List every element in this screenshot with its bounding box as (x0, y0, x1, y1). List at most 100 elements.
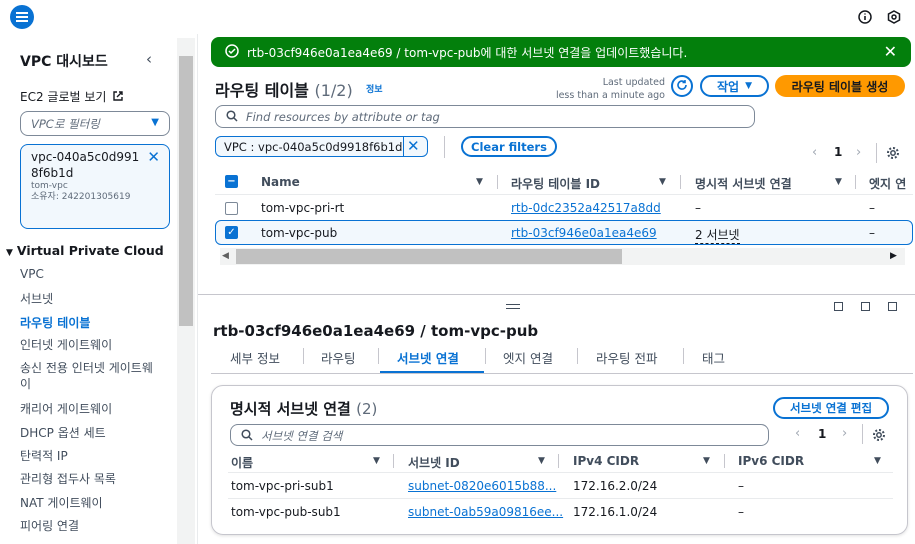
panel-side-icon[interactable] (861, 302, 870, 311)
close-icon[interactable]: ✕ (147, 148, 160, 166)
sidebar-item-peering[interactable]: 피어링 연결 (20, 517, 79, 534)
external-link-icon (113, 90, 123, 104)
page-number[interactable]: 1 (834, 145, 842, 159)
vpc-filter-select[interactable]: VPC로 필터링 ▼ (20, 111, 170, 136)
search-input[interactable]: Find resources by attribute or tag (215, 105, 755, 128)
tab-subnet-associations[interactable]: 서브넷 연결 (397, 348, 459, 367)
info-link[interactable]: 정보 (366, 82, 383, 95)
refresh-button[interactable] (671, 75, 693, 97)
card-title: 명시적 서브넷 연결 (2) (230, 400, 378, 418)
search-icon (226, 110, 238, 125)
caret-down-icon[interactable]: ▼ (874, 456, 881, 466)
sidebar-item-subnets[interactable]: 서브넷 (20, 290, 53, 307)
column-header-route-table-id[interactable]: 라우팅 테이블 ID (511, 175, 600, 192)
table-cell-subnet-id[interactable]: subnet-0820e6015b88... (408, 479, 556, 493)
settings-icon[interactable] (886, 9, 902, 25)
table-cell-name: tom-vpc-pri-rt (261, 201, 345, 215)
sidebar-item-egress-only-gateways[interactable]: 송신 전용 인터넷 게이트웨이 (20, 360, 160, 392)
sidebar-item-managed-prefix-lists[interactable]: 관리형 접두사 목록 (20, 470, 116, 487)
chevron-left-icon[interactable]: ‹ (146, 50, 152, 68)
last-updated: Last updated less than a minute ago (555, 77, 665, 101)
table-cell-subnet-id[interactable]: subnet-0ab59a09816ee... (408, 505, 563, 519)
chevron-left-icon[interactable]: ‹ (812, 145, 817, 160)
close-icon[interactable]: ✕ (407, 137, 420, 155)
scroll-right-icon[interactable]: ▶ (890, 251, 897, 261)
sidebar-item-route-tables[interactable]: 라우팅 테이블 (20, 314, 90, 331)
panel-bottom-icon[interactable] (834, 302, 843, 311)
chevron-right-icon[interactable]: › (856, 145, 861, 160)
table-cell-edge: – (869, 201, 875, 215)
column-header-ipv4[interactable]: IPv4 CIDR (573, 454, 639, 468)
column-header-name[interactable]: Name (261, 175, 300, 189)
table-cell-route-table-id[interactable]: rtb-03cf946e0a1ea4e69 (511, 226, 657, 240)
gear-icon[interactable] (872, 428, 886, 445)
row-checkbox[interactable]: ✓ (225, 226, 238, 239)
table-cell-subnets[interactable]: 2 서브넷 (695, 226, 740, 244)
sidebar-item-dhcp-options[interactable]: DHCP 옵션 세트 (20, 424, 106, 441)
detail-title: rtb-03cf946e0a1ea4e69 / tom-vpc-pub (213, 322, 539, 340)
ec2-global-view-link[interactable]: EC2 글로벌 보기 (20, 88, 123, 105)
caret-down-icon[interactable]: ▼ (703, 456, 710, 466)
table-cell-ipv4: 172.16.2.0/24 (573, 479, 658, 493)
tab-edge-associations[interactable]: 엣지 연결 (503, 348, 553, 367)
scroll-left-icon[interactable]: ◀ (222, 251, 229, 261)
top-bar (0, 0, 915, 34)
sidebar-item-carrier-gateways[interactable]: 캐리어 게이트웨이 (20, 400, 112, 417)
vpc-owner: 소유자: 242201305619 (31, 192, 131, 202)
caret-down-icon: ▼ (151, 117, 159, 128)
table-cell-ipv6: – (738, 505, 744, 519)
close-icon[interactable]: ✕ (884, 42, 897, 61)
sidebar-item-internet-gateways[interactable]: 인터넷 게이트웨이 (20, 336, 112, 353)
caret-down-icon[interactable]: ▼ (659, 177, 666, 187)
tab-routes[interactable]: 라우팅 (321, 348, 356, 367)
chevron-right-icon[interactable]: › (842, 426, 847, 441)
table-cell-ipv4: 172.16.1.0/24 (573, 505, 658, 519)
caret-down-icon[interactable]: ▼ (538, 456, 545, 466)
drag-handle-icon[interactable] (506, 304, 520, 309)
split-divider[interactable] (198, 294, 915, 295)
table-horizontal-scrollbar[interactable] (220, 248, 905, 265)
create-route-table-button[interactable]: 라우팅 테이블 생성 (775, 75, 905, 97)
menu-icon[interactable] (10, 5, 34, 29)
row-checkbox[interactable] (225, 202, 238, 215)
gear-icon[interactable] (886, 146, 900, 163)
column-header-ipv6[interactable]: IPv6 CIDR (738, 454, 804, 468)
chevron-left-icon[interactable]: ‹ (795, 426, 800, 441)
panel-full-icon[interactable] (888, 302, 897, 311)
column-header-explicit-subnets[interactable]: 명시적 서브넷 연결 (695, 175, 792, 192)
sidebar-item-vpc[interactable]: VPC (20, 267, 44, 281)
sidebar-item-elastic-ips[interactable]: 탄력적 IP (20, 447, 68, 464)
actions-button[interactable]: 작업 ▼ (700, 75, 769, 97)
selected-vpc-token: vpc-040a5c0d9918f6b1d tom-vpc 소유자: 24220… (20, 144, 170, 229)
sidebar-item-nat-gateways[interactable]: NAT 게이트웨이 (20, 494, 103, 511)
info-icon[interactable] (857, 9, 873, 25)
page-title: 라우팅 테이블 (1/2) (215, 81, 353, 100)
table-cell-route-table-id[interactable]: rtb-0dc2352a42517a8dd (511, 201, 661, 215)
select-all-checkbox[interactable]: − (225, 175, 238, 188)
success-flash: rtb-03cf946e0a1ea4e69 / tom-vpc-pub에 대한 … (211, 37, 911, 67)
search-icon (241, 429, 253, 444)
table-cell-ipv6: – (738, 479, 744, 493)
column-header-subnet-id[interactable]: 서브넷 ID (408, 454, 460, 471)
clear-filters-button[interactable]: Clear filters (461, 136, 557, 157)
column-header-edge[interactable]: 엣지 연 (869, 175, 913, 192)
tab-route-propagation[interactable]: 라우팅 전파 (596, 348, 657, 367)
flash-message: rtb-03cf946e0a1ea4e69 / tom-vpc-pub에 대한 … (247, 45, 688, 60)
caret-down-icon[interactable]: ▼ (476, 177, 483, 187)
table-cell-name: tom-vpc-pub (261, 226, 338, 240)
table-cell-name: tom-vpc-pri-sub1 (231, 479, 334, 493)
section-virtual-private-cloud[interactable]: ▼ Virtual Private Cloud (6, 243, 164, 258)
vpc-name: tom-vpc (31, 181, 68, 191)
tab-tags[interactable]: 태그 (702, 348, 725, 367)
check-circle-icon (225, 43, 239, 61)
page-number[interactable]: 1 (818, 427, 826, 441)
tab-details[interactable]: 세부 정보 (230, 348, 280, 367)
caret-down-icon[interactable]: ▼ (373, 456, 380, 466)
refresh-icon (676, 79, 688, 94)
table-cell-edge: – (869, 226, 875, 240)
sidebar-scroll-thumb[interactable] (179, 56, 193, 326)
subnet-search-input[interactable]: 서브넷 연결 검색 (230, 424, 769, 446)
column-header-name[interactable]: 이름 (231, 454, 253, 471)
caret-down-icon[interactable]: ▼ (835, 177, 842, 187)
edit-subnet-associations-button[interactable]: 서브넷 연결 편집 (773, 397, 889, 419)
